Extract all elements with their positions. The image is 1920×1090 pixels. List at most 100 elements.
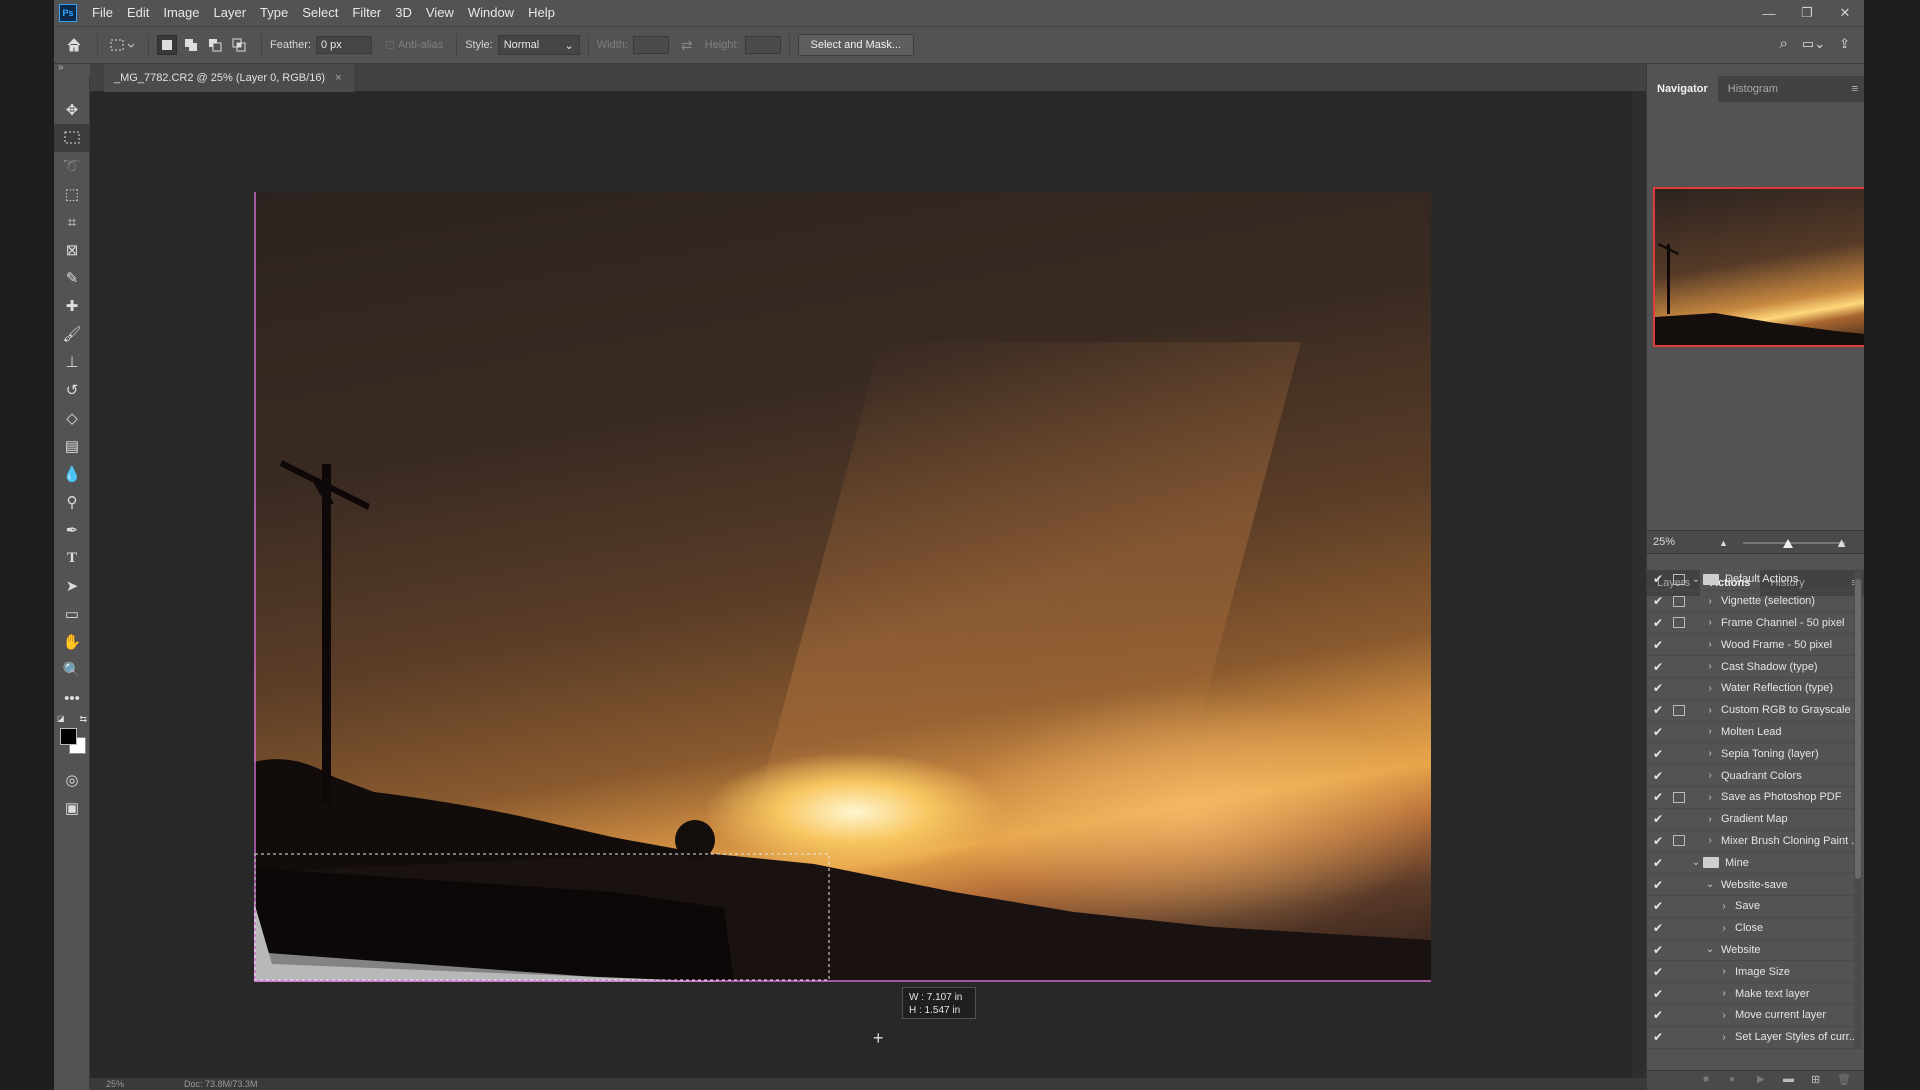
expand-chevron-icon[interactable]: › — [1703, 639, 1717, 650]
dialog-toggle-icon[interactable] — [1673, 595, 1685, 607]
play-icon[interactable]: ▶ — [1757, 1074, 1765, 1085]
object-selection-tool-icon[interactable]: ⬚ — [54, 180, 90, 208]
brush-tool-icon[interactable]: 🖌 — [54, 320, 90, 348]
new-set-icon[interactable]: ▬ — [1783, 1073, 1794, 1085]
share-icon[interactable]: ⇪ — [1839, 36, 1850, 52]
menu-window[interactable]: Window — [461, 0, 521, 26]
navigator-zoom-value[interactable]: 25% — [1653, 536, 1675, 548]
dialog-toggle-icon[interactable] — [1673, 857, 1685, 868]
dialog-toggle-icon[interactable] — [1673, 661, 1685, 672]
delete-icon[interactable]: 🗑 — [1837, 1073, 1851, 1086]
expand-chevron-icon[interactable]: › — [1703, 770, 1717, 781]
action-row[interactable]: ✔ › Frame Channel - 50 pixel — [1647, 613, 1864, 635]
marquee-preset-icon[interactable] — [106, 34, 140, 56]
dodge-tool-icon[interactable]: ⚲ — [54, 488, 90, 516]
toggle-item-check-icon[interactable]: ✔ — [1653, 660, 1667, 674]
toggle-item-check-icon[interactable]: ✔ — [1653, 965, 1667, 979]
height-input[interactable] — [744, 36, 781, 54]
dialog-toggle-icon[interactable] — [1673, 944, 1685, 955]
zoom-slider[interactable] — [1743, 542, 1845, 544]
zoom-in-icon[interactable]: ▲ — [1835, 535, 1848, 550]
path-selection-tool-icon[interactable]: ➤ — [54, 572, 90, 600]
dialog-toggle-icon[interactable] — [1673, 1032, 1685, 1043]
dialog-toggle-icon[interactable] — [1673, 791, 1685, 803]
dialog-toggle-icon[interactable] — [1673, 923, 1685, 934]
navigator-thumbnail[interactable] — [1653, 187, 1864, 347]
expand-chevron-icon[interactable]: › — [1703, 814, 1717, 825]
dialog-toggle-icon[interactable] — [1673, 683, 1685, 694]
new-action-icon[interactable]: ⊞ — [1811, 1073, 1820, 1086]
dialog-toggle-icon[interactable] — [1673, 901, 1685, 912]
expand-chevron-icon[interactable]: › — [1717, 966, 1731, 977]
expand-chevron-icon[interactable]: › — [1717, 1010, 1731, 1021]
expand-toolbar-icon[interactable]: » — [58, 62, 64, 73]
dialog-toggle-icon[interactable] — [1673, 770, 1685, 781]
menu-image[interactable]: Image — [156, 0, 206, 26]
menu-edit[interactable]: Edit — [120, 0, 156, 26]
action-row[interactable]: ✔ › Make text layer — [1647, 983, 1864, 1005]
default-colors-icon[interactable]: ◪ — [57, 714, 65, 723]
history-brush-tool-icon[interactable]: ↺ — [54, 376, 90, 404]
action-row[interactable]: ✔ ⌄ Website — [1647, 940, 1864, 962]
restore-icon[interactable]: ❐ — [1788, 0, 1826, 26]
document-tab[interactable]: _MG_7782.CR2 @ 25% (Layer 0, RGB/16) × — [104, 64, 354, 92]
toggle-item-check-icon[interactable]: ✔ — [1653, 878, 1667, 892]
action-row[interactable]: ✔ › Vignette (selection) — [1647, 591, 1864, 613]
crop-tool-icon[interactable]: ⌗ — [54, 208, 90, 236]
type-tool-icon[interactable]: T — [54, 544, 90, 572]
dialog-toggle-icon[interactable] — [1673, 573, 1685, 585]
tab-navigator[interactable]: Navigator — [1647, 76, 1718, 102]
workspace-icon[interactable]: ▭⌄ — [1802, 36, 1825, 52]
blur-tool-icon[interactable]: 💧 — [54, 460, 90, 488]
swap-colors-icon[interactable]: ⇆ — [79, 714, 87, 725]
toggle-item-check-icon[interactable]: ✔ — [1653, 856, 1667, 870]
expand-chevron-icon[interactable]: › — [1717, 988, 1731, 999]
dialog-toggle-icon[interactable] — [1673, 835, 1685, 847]
collapse-chevron-icon[interactable]: ⌄ — [1689, 857, 1703, 868]
new-selection-button[interactable] — [157, 35, 177, 55]
collapse-chevron-icon[interactable]: ⌄ — [1703, 879, 1717, 890]
menu-3d[interactable]: 3D — [388, 0, 419, 26]
expand-chevron-icon[interactable]: › — [1703, 748, 1717, 759]
feather-input[interactable] — [315, 36, 372, 54]
expand-chevron-icon[interactable]: › — [1703, 683, 1717, 694]
expand-chevron-icon[interactable]: › — [1703, 835, 1717, 846]
actions-scrollbar[interactable] — [1854, 569, 1862, 1049]
action-row[interactable]: ✔ › Image Size — [1647, 961, 1864, 984]
vertical-scrollbar[interactable] — [1632, 92, 1646, 1078]
action-row[interactable]: ✔ › Molten Lead — [1647, 722, 1864, 744]
tab-histogram[interactable]: Histogram — [1718, 76, 1788, 102]
action-row[interactable]: ✔ › Custom RGB to Grayscale — [1647, 700, 1864, 722]
action-row[interactable]: ✔ › Close — [1647, 918, 1864, 940]
add-selection-button[interactable] — [181, 35, 201, 55]
toggle-item-check-icon[interactable]: ✔ — [1653, 812, 1667, 826]
toggle-item-check-icon[interactable]: ✔ — [1653, 943, 1667, 957]
actions-scroll-thumb[interactable] — [1855, 579, 1861, 879]
lasso-tool-icon[interactable]: ➰ — [54, 152, 90, 180]
anti-alias-checkbox[interactable] — [385, 41, 394, 49]
collapse-chevron-icon[interactable]: ⌄ — [1703, 944, 1717, 955]
action-row[interactable]: ✔ › Move current layer — [1647, 1005, 1864, 1027]
toggle-item-check-icon[interactable]: ✔ — [1653, 834, 1667, 848]
style-select[interactable]: Normal ⌄ — [497, 35, 580, 55]
subtract-selection-button[interactable] — [205, 35, 225, 55]
canvas-viewport[interactable]: W : 7.107 in H : 1.547 in + — [90, 92, 1646, 1078]
toggle-item-check-icon[interactable]: ✔ — [1653, 638, 1667, 652]
action-row[interactable]: ✔ › Cast Shadow (type) — [1647, 656, 1864, 678]
toggle-item-check-icon[interactable]: ✔ — [1653, 1008, 1667, 1022]
dialog-toggle-icon[interactable] — [1673, 879, 1685, 890]
eraser-tool-icon[interactable]: ◇ — [54, 404, 90, 432]
expand-chevron-icon[interactable]: › — [1717, 923, 1731, 934]
gradient-tool-icon[interactable]: ▤ — [54, 432, 90, 460]
action-row[interactable]: ✔ › Sepia Toning (layer) — [1647, 743, 1864, 766]
status-doc-size[interactable]: Doc: 73.8M/73.3M — [184, 1079, 258, 1089]
edit-toolbar-icon[interactable]: ••• — [54, 684, 90, 712]
sunset-photo[interactable] — [254, 192, 1431, 982]
intersect-selection-button[interactable] — [229, 35, 249, 55]
action-row[interactable]: ✔ ⌄ Default Actions — [1647, 569, 1864, 591]
toggle-item-check-icon[interactable]: ✔ — [1653, 616, 1667, 630]
menu-help[interactable]: Help — [521, 0, 562, 26]
toggle-item-check-icon[interactable]: ✔ — [1653, 790, 1667, 804]
dialog-toggle-icon[interactable] — [1673, 748, 1685, 759]
toggle-item-check-icon[interactable]: ✔ — [1653, 769, 1667, 783]
